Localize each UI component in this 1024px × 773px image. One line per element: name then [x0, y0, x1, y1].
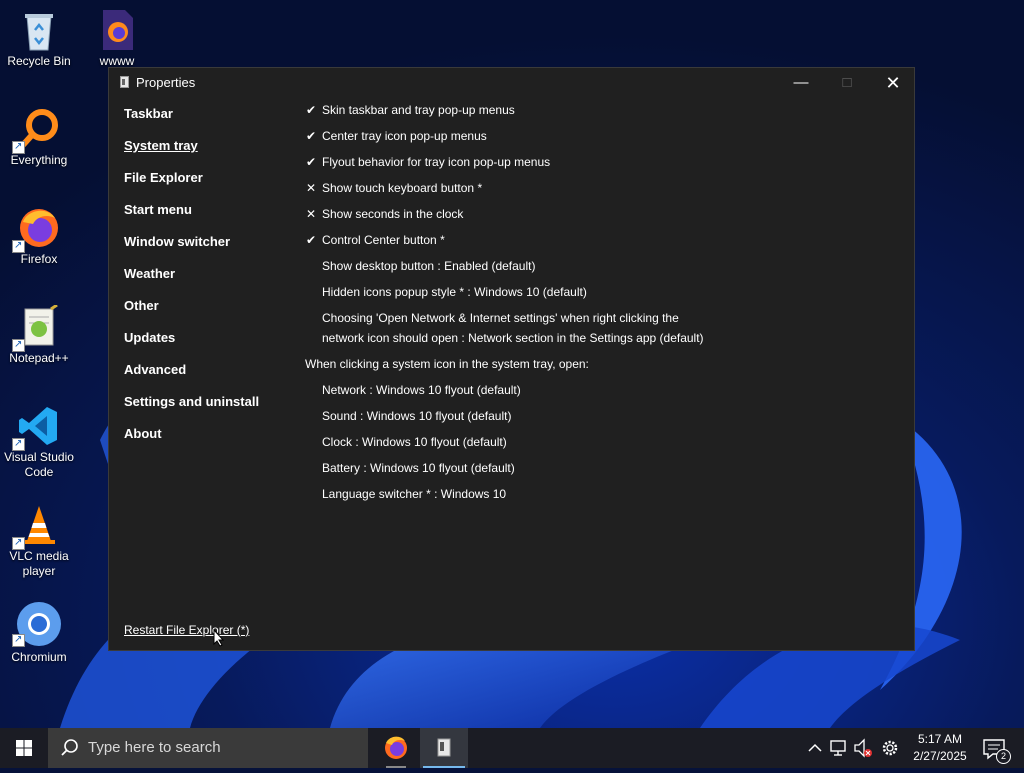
- close-button[interactable]: ✕: [870, 68, 916, 98]
- start-button[interactable]: [0, 728, 48, 768]
- nav-item-start-menu[interactable]: Start menu: [124, 202, 192, 217]
- shortcut-arrow-icon: [12, 238, 25, 253]
- option-skin-taskbar[interactable]: ✔ Skin taskbar and tray pop-up menus: [306, 100, 515, 120]
- taskbar-search-box[interactable]: Type here to search: [48, 728, 368, 768]
- nav-item-other[interactable]: Other: [124, 298, 159, 313]
- cross-icon: ✕: [305, 207, 317, 221]
- option-label: Control Center button *: [322, 233, 445, 247]
- option-battery-flyout[interactable]: Battery : Windows 10 flyout (default): [322, 458, 515, 478]
- nav-item-advanced[interactable]: Advanced: [124, 362, 186, 377]
- option-label: Flyout behavior for tray icon pop-up men…: [322, 155, 551, 169]
- option-control-center[interactable]: ✔ Control Center button *: [306, 230, 445, 250]
- properties-window: Properties — □ ✕ Taskbar System tray Fil…: [108, 67, 915, 651]
- nav-item-weather[interactable]: Weather: [124, 266, 175, 281]
- desktop-icon-everything[interactable]: Everything: [0, 107, 78, 168]
- desktop-icon-notepadpp[interactable]: Notepad++: [0, 305, 78, 366]
- checkmark-icon: ✔: [305, 155, 317, 169]
- clock-date: 2/27/2025: [913, 749, 967, 763]
- desktop-icon-vlc[interactable]: VLC media player: [0, 503, 78, 579]
- option-show-desktop[interactable]: Show desktop button : Enabled (default): [322, 256, 535, 276]
- nav-item-about[interactable]: About: [124, 426, 162, 441]
- chevron-up-icon[interactable]: [805, 728, 825, 768]
- nav-item-window-switcher[interactable]: Window switcher: [124, 234, 230, 249]
- notification-center-button[interactable]: 2: [975, 728, 1015, 768]
- option-touch-keyboard[interactable]: ✕ Show touch keyboard button *: [306, 178, 483, 198]
- firefox-file-icon: [103, 10, 133, 50]
- cross-icon: ✕: [305, 181, 317, 195]
- clock-time: 5:17 AM: [917, 732, 963, 746]
- option-hidden-icons-style[interactable]: Hidden icons popup style * : Windows 10 …: [322, 282, 587, 302]
- properties-app-icon: [437, 738, 451, 757]
- option-sound-flyout[interactable]: Sound : Windows 10 flyout (default): [322, 406, 511, 426]
- mouse-cursor-icon: [213, 629, 225, 647]
- option-network-flyout[interactable]: Network : Windows 10 flyout (default): [322, 380, 521, 400]
- app-window-icon: [120, 76, 129, 88]
- notification-icon: [983, 739, 1005, 760]
- option-language-switcher[interactable]: Language switcher * : Windows 10: [322, 484, 506, 504]
- option-label: Show seconds in the clock: [322, 207, 464, 221]
- option-label: Show touch keyboard button *: [322, 181, 483, 195]
- option-network-right-click[interactable]: Choosing 'Open Network & Internet settin…: [322, 308, 704, 348]
- restart-file-explorer-link[interactable]: Restart File Explorer (*): [124, 623, 249, 637]
- minimize-button[interactable]: —: [778, 68, 824, 98]
- desktop-icon-recycle-bin[interactable]: Recycle Bin: [0, 8, 78, 69]
- checkmark-icon: ✔: [305, 103, 317, 117]
- taskbar-properties-button[interactable]: [420, 728, 468, 768]
- option-label: Hidden icons popup style * : Windows 10 …: [322, 285, 587, 299]
- nav-item-settings-uninstall[interactable]: Settings and uninstall: [124, 394, 259, 409]
- checkmark-icon: ✔: [305, 233, 317, 247]
- checkmark-icon: ✔: [305, 129, 317, 143]
- option-label: Choosing 'Open Network & Internet settin…: [322, 311, 679, 325]
- search-icon: [61, 739, 78, 756]
- shortcut-arrow-icon: [12, 632, 25, 647]
- network-icon[interactable]: [828, 728, 850, 768]
- recycle-bin-icon: [25, 14, 53, 51]
- nav-item-system-tray[interactable]: System tray: [124, 138, 198, 153]
- desktop-icon-firefox[interactable]: Firefox: [0, 206, 78, 267]
- shortcut-arrow-icon: [12, 337, 25, 352]
- title-bar[interactable]: Properties — □ ✕: [109, 68, 914, 98]
- option-clock-flyout[interactable]: Clock : Windows 10 flyout (default): [322, 432, 507, 452]
- firefox-icon: [385, 736, 407, 759]
- desktop-icon-chromium[interactable]: Chromium: [0, 600, 78, 665]
- option-show-seconds[interactable]: ✕ Show seconds in the clock: [306, 204, 464, 224]
- taskbar-firefox-button[interactable]: [372, 728, 420, 768]
- option-label-continued: network icon should open : Network secti…: [322, 331, 704, 345]
- nav-item-updates[interactable]: Updates: [124, 330, 175, 345]
- option-flyout-behavior[interactable]: ✔ Flyout behavior for tray icon pop-up m…: [306, 152, 551, 172]
- taskbar: Type here to search 5:17 AM 2/27/2025 2: [0, 728, 1024, 768]
- option-center-tray-popups[interactable]: ✔ Center tray icon pop-up menus: [306, 126, 487, 146]
- section-heading: When clicking a system icon in the syste…: [305, 357, 589, 371]
- shortcut-arrow-icon: [12, 436, 25, 451]
- maximize-button[interactable]: □: [824, 68, 870, 98]
- window-title: Properties: [136, 75, 196, 90]
- search-placeholder: Type here to search: [88, 739, 221, 756]
- notification-count-badge: 2: [996, 749, 1011, 764]
- shortcut-arrow-icon: [12, 139, 25, 154]
- taskbar-clock[interactable]: 5:17 AM 2/27/2025: [905, 731, 975, 765]
- desktop-icon-vscode[interactable]: Visual Studio Code: [0, 404, 78, 480]
- option-label: Skin taskbar and tray pop-up menus: [322, 103, 515, 117]
- option-label: Center tray icon pop-up menus: [322, 129, 487, 143]
- gear-icon[interactable]: [879, 728, 901, 768]
- shortcut-arrow-icon: [12, 535, 25, 550]
- windows-logo-icon: [16, 740, 32, 756]
- desktop-icon-wwww[interactable]: wwww: [78, 8, 156, 69]
- nav-item-file-explorer[interactable]: File Explorer: [124, 170, 203, 185]
- nav-item-taskbar[interactable]: Taskbar: [124, 106, 173, 121]
- option-label: Show desktop button : Enabled (default): [322, 259, 536, 273]
- volume-muted-icon[interactable]: [852, 728, 874, 768]
